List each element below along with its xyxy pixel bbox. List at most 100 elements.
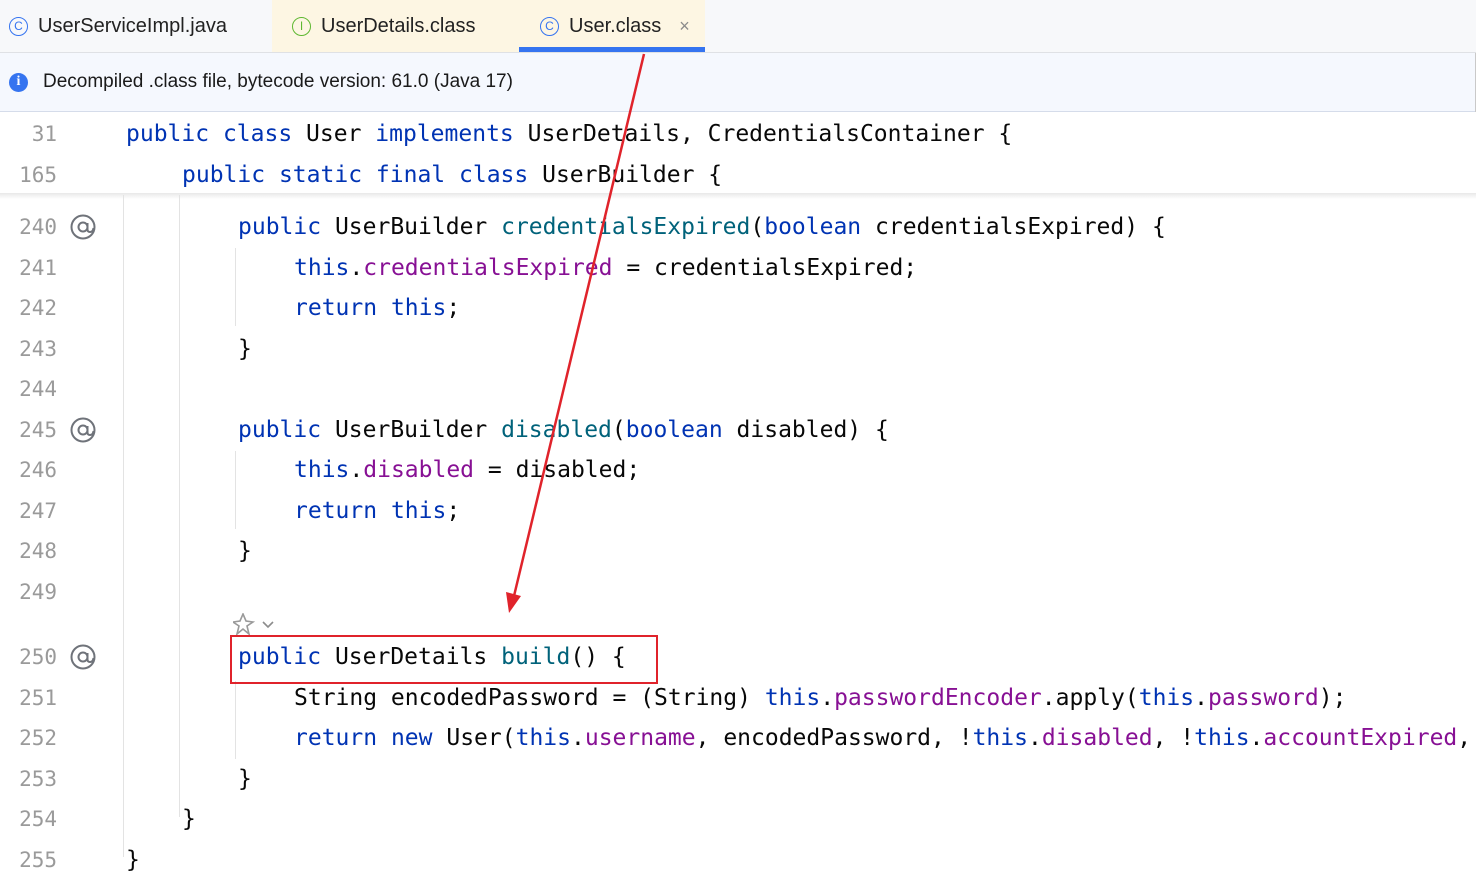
indent-guide <box>235 681 236 759</box>
ai-generate-icon[interactable] <box>233 613 279 635</box>
indent-guide <box>179 195 180 817</box>
keyword-token: class <box>222 121 293 147</box>
code-text[interactable]: public UserBuilder disabled(boolean disa… <box>238 410 889 450</box>
keyword-token: this <box>390 295 447 321</box>
implements-method-icon[interactable] <box>69 416 97 444</box>
indent-guide <box>123 195 124 857</box>
field-token: credentialsExpired <box>363 255 613 281</box>
line-number[interactable]: 240 <box>0 207 57 247</box>
keyword-token: return <box>294 498 378 524</box>
line-number[interactable]: 247 <box>0 491 57 531</box>
code-token: UserDetails, CredentialsContainer { <box>513 121 1013 147</box>
code-line[interactable]: 241 this.credentialsExpired = credentials… <box>0 248 1476 288</box>
info-icon: i <box>9 72 28 92</box>
code-token: } <box>238 538 252 564</box>
code-token: disabled) { <box>722 417 889 443</box>
code-token: } <box>238 766 252 792</box>
line-number[interactable]: 241 <box>0 248 57 288</box>
line-number[interactable]: 242 <box>0 288 57 328</box>
code-line[interactable]: 252 return new User(this.username, encode… <box>0 718 1476 758</box>
code-token: UserBuilder { <box>528 162 723 188</box>
code-line[interactable]: 165 public static final class UserBuilder… <box>0 155 1476 195</box>
code-line[interactable]: 31 public class User implements UserDetai… <box>0 114 1476 154</box>
line-number[interactable]: 255 <box>0 840 57 880</box>
code-text[interactable]: return new User(this.username, encodedPa… <box>294 718 1471 758</box>
code-text[interactable]: return this; <box>294 288 460 328</box>
code-text[interactable]: } <box>238 329 252 369</box>
code-text[interactable]: String encodedPassword = (String) this.p… <box>294 678 1346 718</box>
implements-method-icon[interactable] <box>69 213 97 241</box>
line-number[interactable]: 243 <box>0 329 57 369</box>
line-number[interactable]: 245 <box>0 410 57 450</box>
code-line[interactable]: 244 <box>0 369 1476 409</box>
tab-user-class[interactable]: C User.class × <box>519 0 705 52</box>
keyword-token: this <box>294 457 350 483</box>
code-line[interactable]: 246 this.disabled = disabled; <box>0 450 1476 490</box>
field-token: accountExpired <box>1263 725 1458 751</box>
field-token: disabled <box>363 457 475 483</box>
code-token: credentialsExpired) { <box>861 214 1166 240</box>
line-number[interactable]: 248 <box>0 531 57 571</box>
code-line[interactable]: 253} <box>0 759 1476 799</box>
sticky-lines-shadow <box>0 193 1476 199</box>
code-line[interactable]: 254} <box>0 799 1476 839</box>
code-line[interactable]: 255} <box>0 840 1476 880</box>
code-text[interactable]: this.credentialsExpired = credentialsExp… <box>294 248 917 288</box>
code-line[interactable]: 249 <box>0 572 1476 612</box>
implements-method-icon[interactable] <box>69 643 97 671</box>
code-line[interactable]: 245 public UserBuilder disabled(boolean d… <box>0 410 1476 450</box>
code-token: UserBuilder <box>321 417 502 443</box>
code-line[interactable]: 247 return this; <box>0 491 1476 531</box>
code-line[interactable]: 243} <box>0 329 1476 369</box>
code-token: , encodedPassword, ! <box>695 725 973 751</box>
code-line-highlighted[interactable]: 250 public UserDetails build() { <box>0 637 1476 677</box>
line-number[interactable]: 250 <box>0 637 57 677</box>
keyword-token: class <box>459 162 529 188</box>
code-token: String encodedPassword = (String) <box>294 685 765 711</box>
line-number[interactable]: 252 <box>0 718 57 758</box>
code-token: . <box>349 255 364 281</box>
banner-text: Decompiled .class file, bytecode version… <box>43 71 513 92</box>
keyword-token: this <box>764 685 821 711</box>
code-token: } <box>126 847 140 873</box>
code-token: User <box>292 121 376 147</box>
build-method-box <box>230 635 658 684</box>
line-number[interactable]: 253 <box>0 759 57 799</box>
code-token: } <box>238 336 252 362</box>
code-text[interactable]: this.disabled = disabled; <box>294 450 640 490</box>
code-text[interactable]: return this; <box>294 491 460 531</box>
code-text[interactable]: } <box>238 759 252 799</box>
code-text[interactable]: } <box>126 840 140 880</box>
keyword-token: public <box>238 417 322 443</box>
tab-label: UserDetails.class <box>321 14 476 37</box>
code-line[interactable]: 242 return this; <box>0 288 1476 328</box>
code-line[interactable]: 240 public UserBuilder credentialsExpired… <box>0 207 1476 247</box>
close-icon[interactable]: × <box>679 16 690 37</box>
method-token: credentialsExpired <box>501 214 751 240</box>
code-text[interactable]: } <box>182 799 196 839</box>
keyword-token: boolean <box>625 417 723 443</box>
line-number[interactable]: 251 <box>0 678 57 718</box>
field-token: disabled <box>1041 725 1153 751</box>
line-number[interactable]: 244 <box>0 369 57 409</box>
tab-userserviceimpl-java[interactable]: C UserServiceImpl.java <box>0 0 272 52</box>
code-text[interactable]: public UserBuilder credentialsExpired(bo… <box>238 207 1166 247</box>
line-number[interactable]: 165 <box>0 155 57 195</box>
code-line[interactable]: 248} <box>0 531 1476 571</box>
code-line[interactable]: 251 String encodedPassword = (String) thi… <box>0 678 1476 718</box>
code-text[interactable]: public class User implements UserDetails… <box>126 114 1012 154</box>
line-number[interactable]: 246 <box>0 450 57 490</box>
tab-userdetails-class[interactable]: I UserDetails.class <box>272 0 519 52</box>
line-number[interactable]: 254 <box>0 799 57 839</box>
code-token: UserBuilder <box>321 214 502 240</box>
code-text[interactable]: public static final class UserBuilder { <box>182 155 722 195</box>
keyword-token: implements <box>375 121 514 147</box>
line-number[interactable]: 31 <box>0 114 57 154</box>
active-tab-indicator <box>519 47 705 52</box>
code-token: , <box>1457 725 1472 751</box>
line-number[interactable]: 249 <box>0 572 57 612</box>
code-text[interactable]: } <box>238 531 252 571</box>
